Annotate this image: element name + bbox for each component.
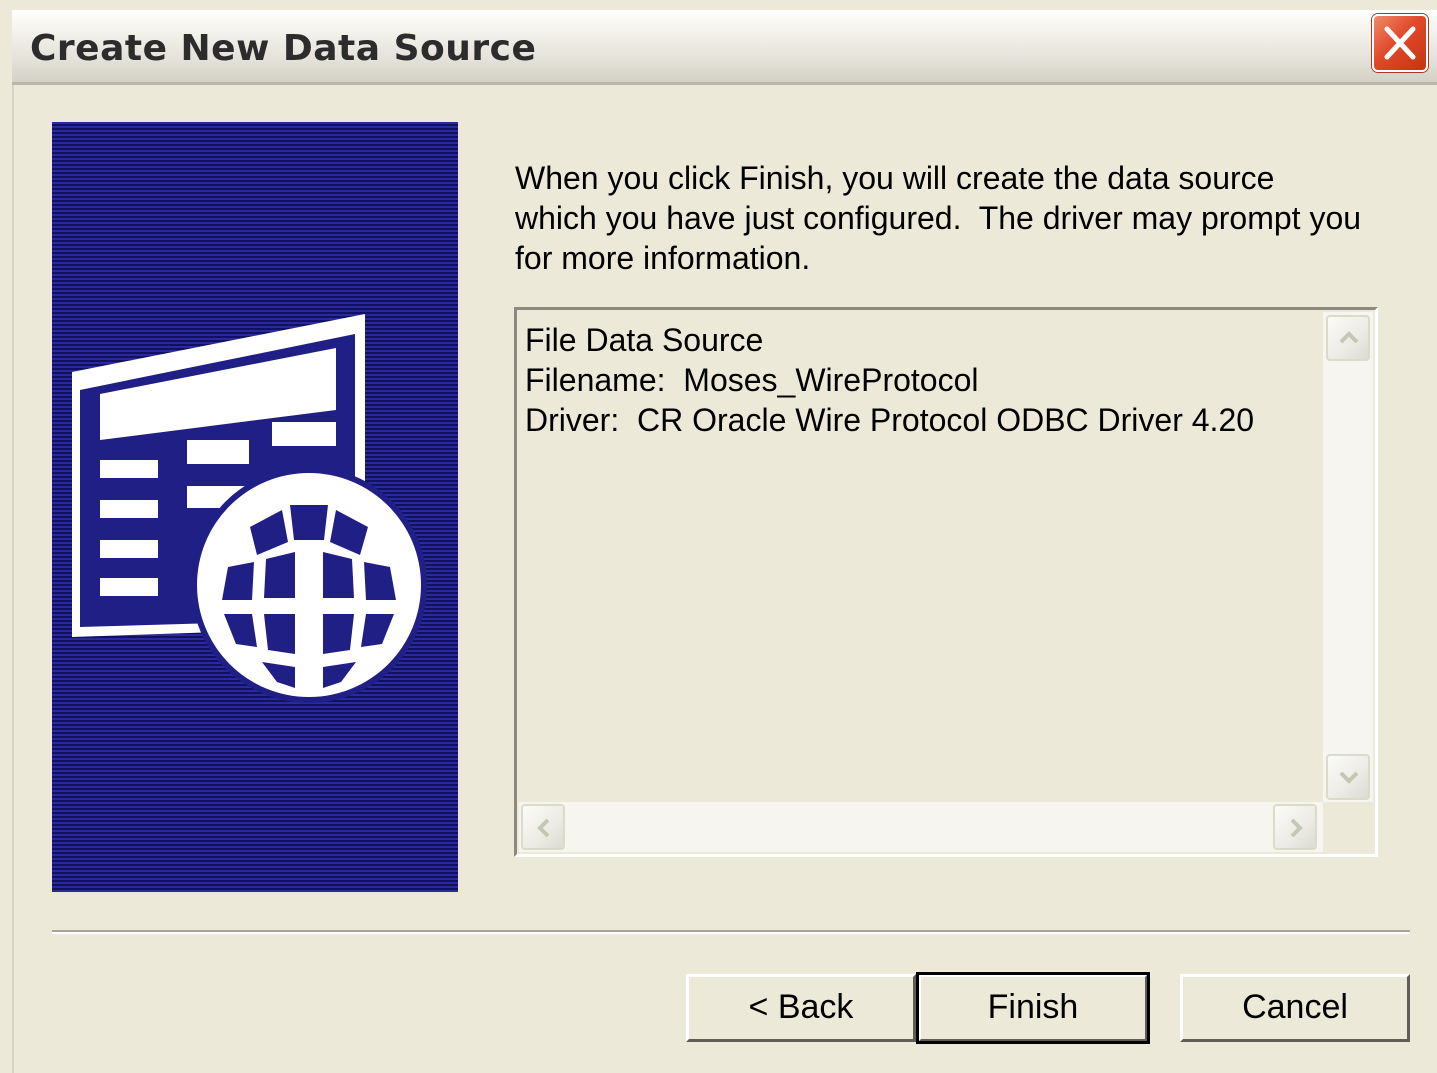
summary-line-driver: Driver: CR Oracle Wire Protocol ODBC Dri… [525,402,1255,438]
title-bar[interactable]: Create New Data Source [12,10,1437,85]
scroll-left-button[interactable] [521,804,565,850]
scroll-right-arrow-icon [1290,818,1303,838]
scroll-up-arrow-icon [1339,331,1359,344]
close-icon [1384,26,1416,60]
scrollbar-corner [1323,802,1373,852]
scroll-up-button[interactable] [1326,315,1370,361]
close-button[interactable] [1372,14,1428,72]
scroll-right-button[interactable] [1273,804,1317,850]
dialog-window: Create New Data Source When you click Fi… [0,0,1437,1073]
summary-line-filename: Filename: Moses_WireProtocol [525,362,979,398]
summary-textbox[interactable]: File Data Source Filename: Moses_WirePro… [514,307,1378,857]
cancel-button[interactable]: Cancel [1180,974,1410,1042]
scroll-left-arrow-icon [537,818,550,838]
button-separator [52,930,1410,934]
vertical-scrollbar[interactable] [1323,312,1373,802]
summary-line-type: File Data Source [525,322,764,358]
scroll-down-button[interactable] [1326,754,1370,800]
summary-content: File Data Source Filename: Moses_WirePro… [525,320,1254,440]
wizard-graphic-panel [52,122,458,892]
window-title: Create New Data Source [30,28,537,69]
finish-button[interactable]: Finish [916,972,1150,1044]
back-button[interactable]: < Back [686,974,916,1042]
data-source-globe-icon [72,314,427,703]
horizontal-scrollbar[interactable] [519,802,1323,852]
instruction-text: When you click Finish, you will create t… [515,160,1362,276]
scroll-down-arrow-icon [1339,771,1359,784]
